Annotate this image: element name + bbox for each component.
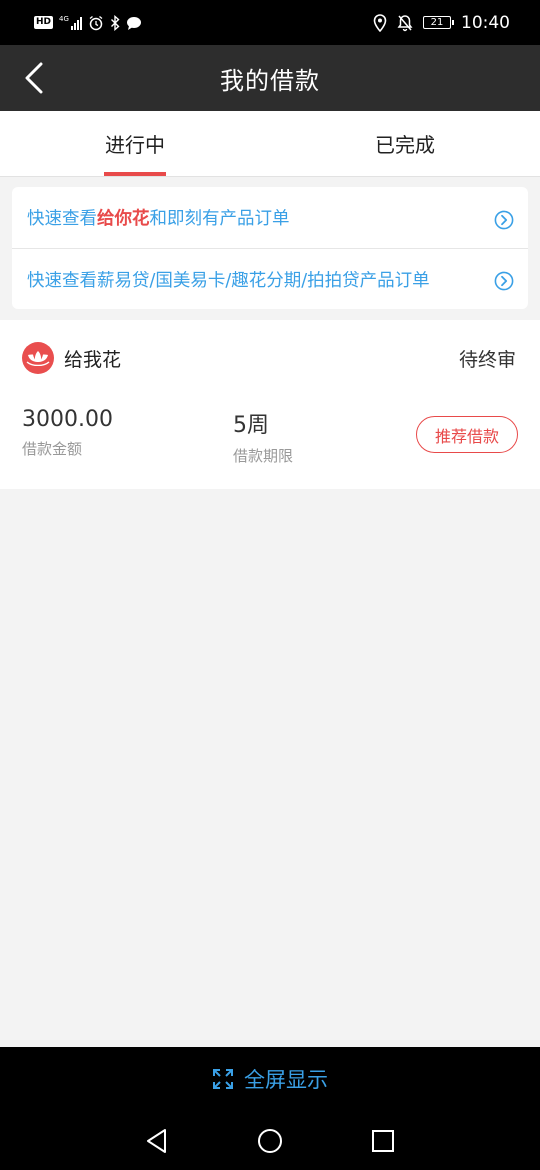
nav-back-button[interactable] — [137, 1121, 177, 1161]
quick-link-row[interactable]: 快速查看给你花和即刻有产品订单 — [12, 187, 528, 248]
quick-link-text: 快速查看给你花和即刻有产品订单 — [27, 209, 290, 229]
quick-links-card: 快速查看给你花和即刻有产品订单 快速查看薪易贷/国美易卡/趣花分期/拍拍贷产品订… — [12, 187, 528, 309]
loan-term-value: 5周 — [233, 413, 269, 438]
product-name: 给我花 — [64, 348, 122, 371]
location-icon — [373, 13, 387, 32]
nav-home-button[interactable] — [250, 1121, 290, 1161]
loan-amount: 3000.00 借款金额 — [22, 407, 113, 459]
product-logo — [22, 342, 54, 374]
message-icon — [126, 16, 141, 30]
back-button[interactable] — [14, 58, 54, 98]
battery-icon: 21 — [423, 16, 454, 29]
loan-term-label: 借款期限 — [233, 447, 294, 465]
loan-amount-label: 借款金额 — [22, 440, 83, 458]
lotus-icon — [26, 351, 50, 366]
tab-bar: 进行中 已完成 — [0, 111, 540, 177]
circle-home-icon — [257, 1128, 282, 1153]
square-recents-icon — [372, 1129, 395, 1152]
tab-in-progress[interactable]: 进行中 — [0, 111, 270, 176]
arrow-right-circle-icon — [494, 210, 514, 229]
system-nav-bar — [0, 1111, 540, 1170]
loan-card-header: 给我花 — [22, 342, 121, 374]
quick-link-text: 快速查看薪易贷/国美易卡/趣花分期/拍拍贷产品订单 — [27, 270, 430, 291]
signal-icon: 4G — [59, 15, 82, 30]
loan-term: 5周 借款期限 — [233, 407, 293, 466]
fullscreen-label: 全屏显示 — [244, 1068, 328, 1092]
fullscreen-bar[interactable]: 全屏显示 — [0, 1047, 540, 1111]
quick-link-highlight: 给你花 — [97, 209, 150, 229]
alarm-icon — [89, 15, 103, 30]
mute-bell-icon — [397, 14, 413, 31]
status-left: HD 4G — [34, 14, 142, 31]
quick-link-row[interactable]: 快速查看薪易贷/国美易卡/趣花分期/拍拍贷产品订单 — [12, 248, 528, 309]
hd-badge: HD — [34, 16, 54, 29]
triangle-back-icon — [146, 1128, 166, 1153]
expand-icon — [213, 1069, 233, 1089]
clock: 10:40 — [461, 12, 510, 33]
arrow-right-circle-icon — [494, 271, 514, 291]
loan-card[interactable]: 给我花 待终审 3000.00 借款金额 5周 借款期限 推荐借款 — [0, 320, 540, 489]
app-header: 我的借款 — [0, 45, 540, 111]
status-right: 21 10:40 — [373, 13, 510, 33]
recommend-loan-button[interactable]: 推荐借款 — [416, 416, 518, 453]
chevron-left-icon — [25, 62, 43, 94]
loan-status: 待终审 — [458, 349, 516, 371]
bluetooth-icon — [110, 14, 120, 31]
nav-recents-button[interactable] — [363, 1121, 403, 1161]
tab-completed[interactable]: 已完成 — [270, 111, 540, 176]
loan-amount-value: 3000.00 — [22, 407, 113, 432]
status-bar: HD 4G 21 10:40 — [0, 0, 540, 45]
page-title: 我的借款 — [220, 66, 320, 95]
